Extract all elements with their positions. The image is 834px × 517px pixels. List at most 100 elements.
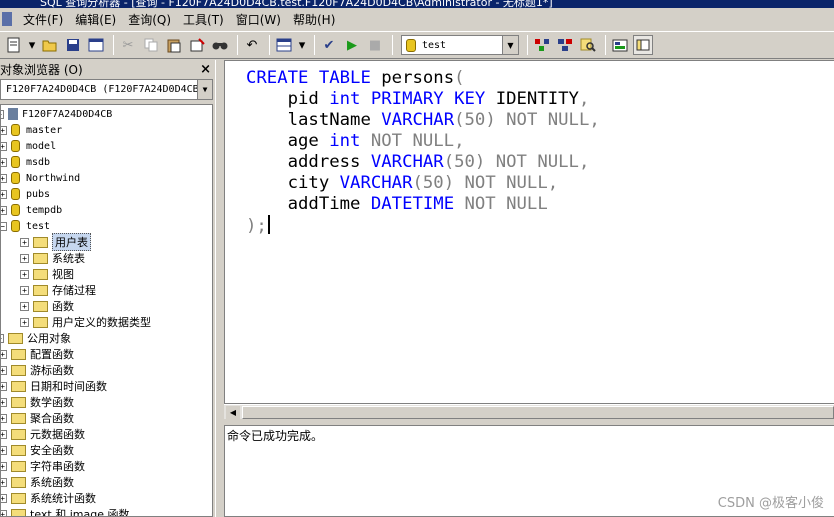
execute-play-icon[interactable]: ▶	[342, 35, 362, 55]
database-select[interactable]: test ▼	[401, 35, 519, 55]
chevron-down-icon[interactable]: ▾	[297, 35, 307, 55]
chevron-down-icon[interactable]: ▼	[502, 36, 518, 54]
database-icon	[11, 156, 20, 168]
sql-token: addTime	[246, 194, 371, 214]
scroll-thumb[interactable]	[242, 406, 834, 419]
tree-db-tempdb[interactable]: + tempdb	[1, 202, 62, 218]
expand-icon[interactable]: +	[1, 205, 7, 215]
trace-icon[interactable]	[555, 35, 575, 55]
tree-common-item[interactable]: + 系统统计函数	[1, 490, 96, 506]
results-grid-icon[interactable]	[274, 35, 294, 55]
expand-icon[interactable]: +	[1, 461, 7, 471]
sql-code[interactable]: CREATE TABLE persons( pid int PRIMARY KE…	[246, 68, 600, 237]
save-icon[interactable]	[63, 35, 83, 55]
tree-common-item[interactable]: + 系统函数	[1, 474, 74, 490]
sql-token: (	[454, 68, 465, 88]
expand-icon[interactable]: +	[20, 301, 29, 311]
menu-window[interactable]: 窗口(W)	[231, 11, 286, 28]
load-script-icon[interactable]	[86, 35, 106, 55]
expand-icon[interactable]: +	[1, 173, 7, 183]
close-icon[interactable]: ×	[200, 62, 211, 77]
tree-common-item[interactable]: + 字符串函数	[1, 458, 85, 474]
tree-db-model[interactable]: + model	[1, 138, 56, 154]
paste-icon[interactable]	[164, 35, 184, 55]
tree-common-item[interactable]: + 日期和时间函数	[1, 378, 107, 394]
clear-window-icon[interactable]	[187, 35, 207, 55]
properties-icon[interactable]	[610, 35, 630, 55]
chevron-down-icon[interactable]: ▼	[197, 80, 212, 99]
tree-views[interactable]: + 视图	[20, 266, 74, 282]
tree-common-objects[interactable]: − 公用对象	[1, 330, 71, 346]
expand-icon[interactable]: +	[1, 125, 7, 135]
expand-icon[interactable]: +	[20, 269, 29, 279]
expand-icon[interactable]: +	[1, 141, 7, 151]
folder-icon	[33, 316, 48, 328]
display-plan-icon[interactable]	[532, 35, 552, 55]
object-tree[interactable]: − F120F7A24D0D4CB + master + model + msdb +…	[0, 104, 213, 517]
tree-db-northwind[interactable]: + Northwind	[1, 170, 80, 186]
query-editor[interactable]: CREATE TABLE persons( pid int PRIMARY KE…	[224, 60, 834, 404]
tree-common-item[interactable]: + 游标函数	[1, 362, 74, 378]
expand-icon[interactable]: +	[1, 493, 7, 503]
expand-icon[interactable]: +	[1, 365, 7, 375]
tree-db-msdb[interactable]: + msdb	[1, 154, 50, 170]
menu-query[interactable]: 查询(Q)	[123, 11, 176, 28]
tree-db-pubs[interactable]: + pubs	[1, 186, 50, 202]
server-icon	[8, 108, 18, 120]
tree-common-item[interactable]: + 元数据函数	[1, 426, 85, 442]
expand-icon[interactable]: +	[1, 157, 7, 167]
scroll-left-icon[interactable]: ◀	[226, 406, 240, 419]
collapse-icon[interactable]: −	[1, 333, 4, 343]
expand-icon[interactable]: +	[1, 413, 7, 423]
undo-icon[interactable]: ↶	[242, 35, 262, 55]
tree-folder-label: 视图	[52, 268, 74, 281]
tree-user-types[interactable]: + 用户定义的数据类型	[20, 314, 151, 330]
expand-icon[interactable]: +	[1, 189, 7, 199]
new-query-icon[interactable]	[4, 35, 24, 55]
menu-tools[interactable]: 工具(T)	[178, 11, 229, 28]
pane-splitter[interactable]	[215, 60, 224, 517]
tree-common-item[interactable]: + 安全函数	[1, 442, 74, 458]
expand-icon[interactable]: +	[1, 397, 7, 407]
open-folder-icon[interactable]	[40, 35, 60, 55]
expand-icon[interactable]: +	[1, 381, 7, 391]
tree-common-item[interactable]: + 聚合函数	[1, 410, 74, 426]
app-icon[interactable]	[2, 12, 12, 26]
copy-icon[interactable]	[141, 35, 161, 55]
expand-icon[interactable]: +	[20, 317, 29, 327]
expand-icon[interactable]: +	[1, 349, 7, 359]
menu-help[interactable]: 帮助(H)	[288, 11, 340, 28]
search-object-icon[interactable]	[578, 35, 598, 55]
object-browser-toggle-icon[interactable]	[633, 35, 653, 55]
tree-common-item[interactable]: + text 和 image 函数	[1, 506, 129, 516]
tree-server-node[interactable]: − F120F7A24D0D4CB	[1, 106, 112, 122]
collapse-icon[interactable]: −	[1, 221, 7, 231]
tree-db-master[interactable]: + master	[1, 122, 62, 138]
tree-common-item[interactable]: + 数学函数	[1, 394, 74, 410]
expand-icon[interactable]: +	[20, 237, 29, 247]
object-browser: 对象浏览器 (O) × F120F7A24D0D4CB (F120F7A24D0…	[0, 60, 215, 517]
tree-user-tables[interactable]: + 用户表	[20, 233, 91, 251]
tree-system-tables[interactable]: + 系统表	[20, 250, 85, 266]
tree-stored-procedures[interactable]: + 存储过程	[20, 282, 96, 298]
tree-functions[interactable]: + 函数	[20, 298, 74, 314]
expand-icon[interactable]: +	[1, 477, 7, 487]
expand-icon[interactable]: +	[1, 509, 7, 516]
find-binoculars-icon[interactable]	[210, 35, 230, 55]
tree-common-item[interactable]: + 配置函数	[1, 346, 74, 362]
menu-edit[interactable]: 编辑(E)	[70, 11, 121, 28]
expand-icon[interactable]: +	[1, 445, 7, 455]
check-syntax-icon[interactable]: ✔	[319, 35, 339, 55]
tree-db-test[interactable]: − test	[1, 218, 50, 234]
chevron-down-icon[interactable]: ▾	[27, 35, 37, 55]
expand-icon[interactable]: +	[20, 253, 29, 263]
expand-icon[interactable]: +	[20, 285, 29, 295]
menu-file[interactable]: 文件(F)	[18, 11, 68, 28]
collapse-icon[interactable]: −	[1, 109, 4, 119]
stop-icon[interactable]: ■	[365, 35, 385, 55]
expand-icon[interactable]: +	[1, 429, 7, 439]
horizontal-scrollbar[interactable]: ◀	[224, 404, 834, 419]
cut-icon[interactable]: ✂	[118, 35, 138, 55]
tree-folder-label: 字符串函数	[30, 460, 85, 473]
server-select[interactable]: F120F7A24D0D4CB (F120F7A24D0D4CB\Adminis…	[0, 79, 213, 100]
